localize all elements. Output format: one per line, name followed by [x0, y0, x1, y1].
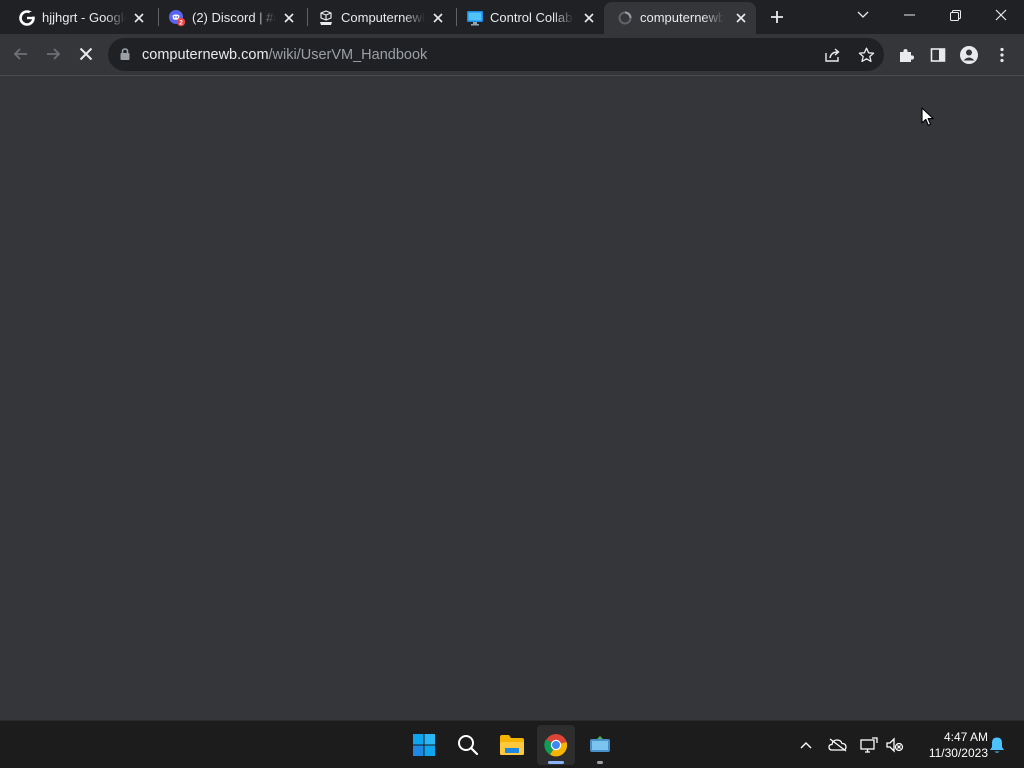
close-tab-icon[interactable]	[732, 9, 750, 27]
chrome-taskbar-button[interactable]	[537, 725, 575, 765]
tab-title: Computernewb Wiki	[341, 10, 425, 25]
url-path: /wiki/UserVM_Handbook	[268, 47, 428, 63]
bell-icon	[990, 737, 1004, 753]
share-button[interactable]	[823, 45, 843, 65]
tab-title: computernewb.com/wiki/UserVM_Handbook	[640, 10, 724, 25]
tab-title: hjjhgrt - Google Search	[42, 10, 126, 25]
tab-uservm-handbook[interactable]: computernewb.com/wiki/UserVM_Handbook	[604, 2, 756, 34]
search-icon	[458, 735, 479, 756]
google-icon	[18, 9, 36, 27]
monitor-icon	[466, 9, 484, 27]
file-explorer-icon	[500, 735, 524, 755]
bookmark-button[interactable]	[856, 45, 876, 65]
computernewb-icon	[317, 9, 335, 27]
new-tab-button[interactable]	[765, 5, 789, 29]
address-bar[interactable]: computernewb.com/wiki/UserVM_Handbook	[108, 38, 884, 71]
back-button[interactable]	[6, 39, 36, 69]
loading-icon	[616, 9, 634, 27]
onedrive-button[interactable]	[828, 735, 848, 755]
menu-button[interactable]	[991, 44, 1013, 66]
mouse-cursor-icon	[921, 107, 934, 126]
share-icon	[825, 48, 840, 62]
network-icon	[860, 737, 878, 753]
arrow-right-icon	[47, 48, 61, 60]
clock-date: 11/30/2023	[928, 746, 988, 760]
chevron-up-icon	[800, 742, 812, 749]
collabvm-taskbar-button[interactable]	[581, 725, 619, 765]
url-host: computernewb.com	[142, 47, 269, 63]
browser-toolbar: computernewb.com/wiki/UserVM_Handbook	[0, 34, 1024, 76]
lock-icon[interactable]	[118, 47, 132, 61]
close-tab-icon[interactable]	[429, 9, 447, 27]
file-explorer-button[interactable]	[493, 725, 531, 765]
collabvm-icon	[590, 736, 610, 752]
side-panel-button[interactable]	[927, 44, 949, 66]
close-tab-icon[interactable]	[580, 9, 598, 27]
forward-button[interactable]	[38, 39, 68, 69]
tab-title: Control Collab VM	[490, 10, 574, 25]
minimize-icon	[903, 14, 915, 16]
profile-button[interactable]	[958, 44, 980, 66]
network-button[interactable]	[859, 735, 879, 755]
active-app-indicator	[548, 761, 564, 764]
volume-button[interactable]	[885, 735, 905, 755]
tab-search-button[interactable]	[840, 0, 886, 30]
running-app-indicator	[597, 761, 603, 764]
restore-icon	[949, 9, 961, 21]
tab-strip: hjjhgrt - Google Search 2 (2) Discord | …	[0, 0, 1024, 34]
discord-icon: 2	[168, 9, 186, 27]
tab-discord[interactable]: 2 (2) Discord | #deleted-channel	[156, 2, 304, 34]
cloud-offline-icon	[828, 738, 847, 752]
clock-time: 4:47 AM	[943, 730, 988, 744]
volume-muted-icon	[886, 737, 904, 753]
notifications-button[interactable]	[987, 735, 1007, 755]
plus-icon	[771, 11, 783, 23]
close-window-button[interactable]	[978, 0, 1024, 30]
taskbar: 4:47 AM 11/30/2023	[0, 720, 1024, 768]
url-text[interactable]: computernewb.com/wiki/UserVM_Handbook	[142, 47, 427, 63]
chrome-icon	[544, 734, 568, 757]
start-button[interactable]	[405, 725, 443, 765]
kebab-menu-icon	[1000, 47, 1004, 63]
arrow-left-icon	[13, 48, 27, 60]
side-panel-icon	[930, 48, 946, 62]
tab-control-collab-vm[interactable]: Control Collab VM	[454, 2, 604, 34]
close-tab-icon[interactable]	[130, 9, 148, 27]
svg-text:2: 2	[179, 19, 183, 26]
browser-window: hjjhgrt - Google Search 2 (2) Discord | …	[0, 0, 1024, 720]
tab-google-search[interactable]: hjjhgrt - Google Search	[6, 2, 154, 34]
chevron-down-icon	[857, 11, 869, 18]
taskbar-search-button[interactable]	[449, 725, 487, 765]
restore-button[interactable]	[932, 0, 978, 30]
avatar	[960, 46, 978, 64]
close-tab-icon[interactable]	[280, 9, 298, 27]
close-icon	[79, 47, 93, 61]
star-icon	[858, 47, 874, 63]
minimize-button[interactable]	[886, 0, 932, 30]
page-content[interactable]	[0, 77, 1024, 720]
tab-computernewb-wiki[interactable]: Computernewb Wiki	[305, 2, 453, 34]
stop-loading-button[interactable]	[71, 39, 101, 69]
close-icon	[995, 9, 1007, 21]
show-hidden-icons-button[interactable]	[796, 735, 816, 755]
tab-title: (2) Discord | #deleted-channel	[192, 10, 276, 25]
puzzle-icon	[900, 49, 914, 62]
extensions-button[interactable]	[895, 44, 917, 66]
start-icon	[413, 734, 435, 756]
clock[interactable]: 4:47 AM 11/30/2023	[912, 729, 988, 761]
